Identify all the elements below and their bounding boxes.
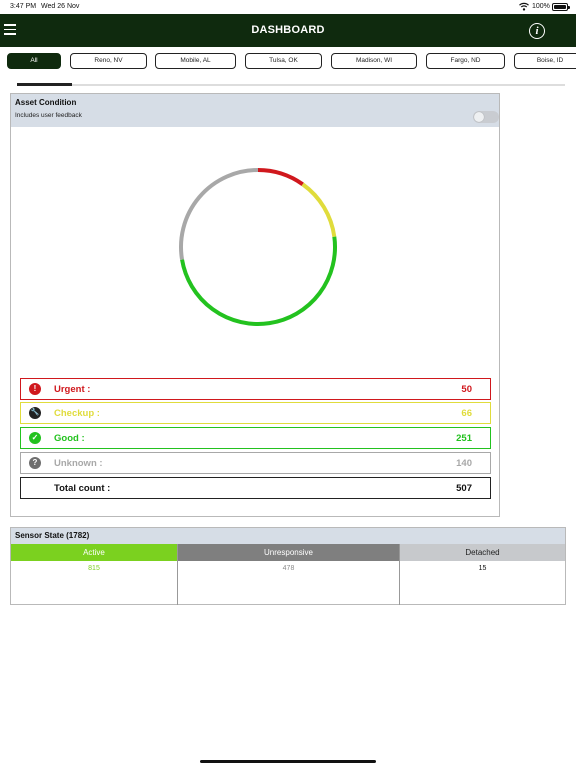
filter-chip-tulsa[interactable]: Tulsa, OK — [245, 53, 322, 69]
checkup-count: 66 — [461, 408, 472, 419]
asset-condition-header: Asset Condition Includes user feedback — [11, 94, 499, 127]
sensor-active-column[interactable]: Active 815 — [11, 544, 178, 605]
status-time: 3:47 PM — [10, 3, 37, 10]
total-count: 507 — [456, 483, 472, 494]
unknown-label: Unknown : — [54, 458, 103, 469]
checkup-row[interactable]: 🔧 Checkup : 66 — [20, 402, 491, 424]
asset-condition-title: Asset Condition — [15, 98, 77, 107]
filter-scroll-track — [17, 84, 565, 86]
asset-condition-card: Asset Condition Includes user feedback !… — [10, 93, 500, 517]
donut-segment-checkup — [301, 182, 337, 238]
user-feedback-toggle[interactable] — [473, 111, 499, 123]
detached-count: 15 — [478, 565, 487, 572]
filter-chip-reno[interactable]: Reno, NV — [70, 53, 147, 69]
urgent-count: 50 — [461, 384, 472, 395]
unresponsive-header: Unresponsive — [178, 544, 399, 561]
filter-chip-all[interactable]: All — [7, 53, 61, 69]
status-bar: 3:47 PM Wed 26 Nov 100% — [0, 0, 576, 14]
checkup-label: Checkup : — [54, 408, 100, 419]
filter-chip-madison[interactable]: Madison, WI — [331, 53, 417, 69]
unknown-row[interactable]: ? Unknown : 140 — [20, 452, 491, 474]
sensor-state-title: Sensor State (1782) — [15, 531, 90, 540]
asset-condition-subtitle: Includes user feedback — [15, 112, 82, 119]
sensor-unresponsive-column[interactable]: Unresponsive 478 — [178, 544, 400, 605]
filter-chip-fargo[interactable]: Fargo, ND — [426, 53, 505, 69]
active-count: 815 — [88, 565, 100, 572]
active-header: Active — [11, 544, 177, 561]
filter-chip-mobile[interactable]: Mobile, AL — [155, 53, 236, 69]
total-row: Total count : 507 — [20, 477, 491, 499]
location-filter-bar: All Reno, NV Mobile, AL Tulsa, OK Madiso… — [0, 47, 576, 87]
nav-bar: DASHBOARD i — [0, 14, 576, 47]
good-row[interactable]: ✓ Good : 251 — [20, 427, 491, 449]
checkmark-icon: ✓ — [29, 432, 41, 444]
wrench-icon: 🔧 — [29, 407, 41, 419]
toggle-knob — [474, 112, 484, 122]
sensor-detached-column[interactable]: Detached 15 — [400, 544, 565, 605]
urgent-label: Urgent : — [54, 384, 91, 395]
battery-percent: 100% — [532, 3, 550, 10]
total-label: Total count : — [54, 483, 111, 494]
battery-icon — [552, 3, 570, 11]
status-date: Wed 26 Nov — [41, 3, 80, 10]
donut-segment-good — [180, 236, 337, 327]
wifi-icon — [519, 2, 529, 11]
unknown-count: 140 — [456, 458, 472, 469]
sensor-state-card: Sensor State (1782) Active 815 Unrespons… — [10, 527, 566, 605]
filter-chip-boise[interactable]: Boise, ID — [514, 53, 576, 69]
info-icon[interactable]: i — [529, 23, 545, 39]
home-indicator — [200, 760, 376, 763]
sensor-state-header: Sensor State (1782) — [11, 528, 565, 544]
condition-donut-chart — [179, 168, 337, 327]
filter-scroll-indicator[interactable] — [17, 83, 72, 86]
donut-segment-unknown — [179, 168, 259, 260]
exclamation-icon: ! — [29, 383, 41, 395]
good-count: 251 — [456, 433, 472, 444]
good-label: Good : — [54, 433, 85, 444]
donut-segment-urgent — [257, 168, 304, 186]
page-title: DASHBOARD — [251, 24, 325, 36]
detached-header: Detached — [400, 544, 565, 561]
unresponsive-count: 478 — [282, 565, 295, 572]
urgent-row[interactable]: ! Urgent : 50 — [20, 378, 491, 400]
question-icon: ? — [29, 457, 41, 469]
